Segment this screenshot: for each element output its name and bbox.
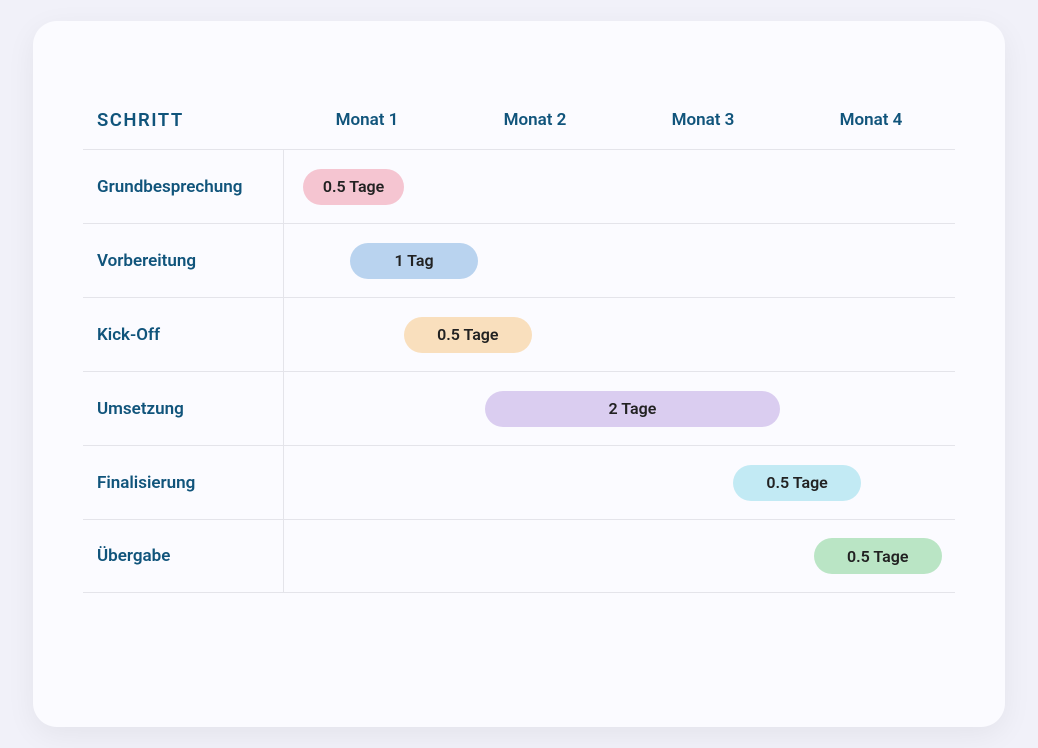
gantt-bar-label: 0.5 Tage — [437, 325, 498, 344]
gantt-row: Umsetzung 2 Tage — [83, 371, 955, 445]
step-cell: Kick-Off — [83, 325, 283, 345]
step-header-cell: Schritt — [83, 109, 283, 131]
gantt-bar: 1 Tag — [350, 243, 478, 279]
gantt-body: Grundbesprechung 0.5 Tage Vorbereitung 1 Ta… — [83, 149, 955, 593]
gantt-bar-label: 1 Tag — [394, 251, 433, 270]
gantt-bar-label: 0.5 Tage — [847, 547, 908, 566]
timeline-cell: 1 Tag — [283, 224, 955, 297]
gantt-row: Vorbereitung 1 Tag — [83, 223, 955, 297]
gantt-bar: 0.5 Tage — [303, 169, 404, 205]
gantt-chart: Schritt Monat 1 Monat 2 Monat 3 Monat 4 … — [83, 91, 955, 593]
timeline-cell: 0.5 Tage — [283, 520, 955, 592]
step-cell: Finalisierung — [83, 473, 283, 493]
step-name: Finalisierung — [97, 473, 195, 493]
gantt-row: Grundbesprechung 0.5 Tage — [83, 149, 955, 223]
step-name: Umsetzung — [97, 399, 184, 419]
timeline-cell: 0.5 Tage — [283, 298, 955, 371]
step-cell: Grundbesprechung — [83, 177, 283, 197]
timeline-cell: 0.5 Tage — [283, 446, 955, 519]
gantt-card: Schritt Monat 1 Monat 2 Monat 3 Monat 4 … — [33, 21, 1005, 727]
step-name: Übergabe — [97, 546, 170, 566]
timeline-header: Monat 1 Monat 2 Monat 3 Monat 4 — [283, 91, 955, 149]
step-cell: Umsetzung — [83, 399, 283, 419]
gantt-row: Kick-Off 0.5 Tage — [83, 297, 955, 371]
month-header-4: Monat 4 — [787, 110, 955, 130]
gantt-bar: 0.5 Tage — [733, 465, 861, 501]
gantt-bar-label: 2 Tage — [609, 399, 657, 418]
step-name: Grundbesprechung — [97, 177, 242, 197]
step-name: Vorbereitung — [97, 251, 196, 271]
month-header-1: Monat 1 — [283, 110, 451, 130]
gantt-bar: 0.5 Tage — [814, 538, 942, 574]
month-header-2: Monat 2 — [451, 110, 619, 130]
step-cell: Vorbereitung — [83, 251, 283, 271]
gantt-bar: 2 Tage — [485, 391, 781, 427]
step-header-label: Schritt — [97, 109, 184, 131]
step-cell: Übergabe — [83, 546, 283, 566]
gantt-bar-label: 0.5 Tage — [323, 177, 384, 196]
gantt-row: Übergabe 0.5 Tage — [83, 519, 955, 593]
timeline-cell: 0.5 Tage — [283, 150, 955, 223]
month-header-3: Monat 3 — [619, 110, 787, 130]
gantt-bar: 0.5 Tage — [404, 317, 532, 353]
timeline-cell: 2 Tage — [283, 372, 955, 445]
gantt-header-row: Schritt Monat 1 Monat 2 Monat 3 Monat 4 — [83, 91, 955, 149]
gantt-bar-label: 0.5 Tage — [766, 473, 827, 492]
step-name: Kick-Off — [97, 325, 160, 345]
gantt-row: Finalisierung 0.5 Tage — [83, 445, 955, 519]
